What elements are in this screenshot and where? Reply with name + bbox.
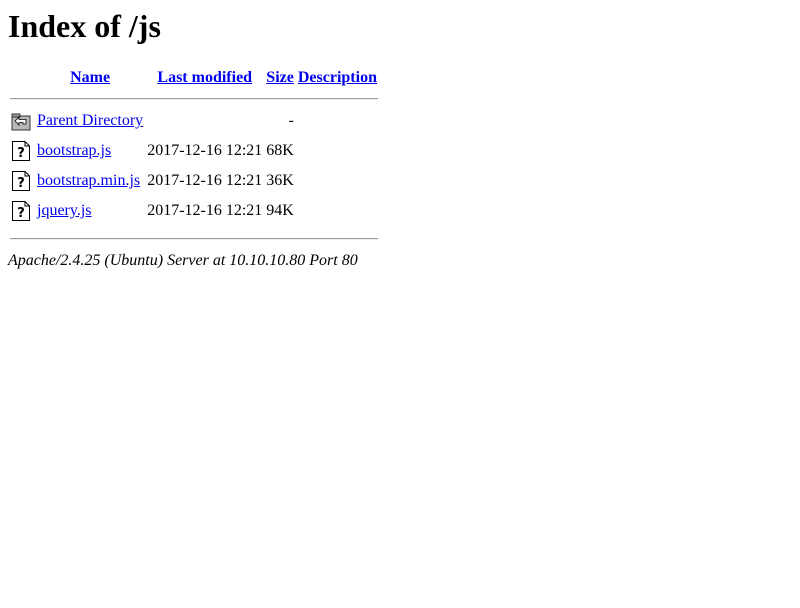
- unknown-file-icon: ?: [11, 170, 31, 192]
- divider: [10, 98, 378, 100]
- file-link[interactable]: jquery.js: [37, 202, 92, 219]
- sort-by-last-modified-link[interactable]: Last modified: [157, 69, 252, 86]
- description-cell: [297, 200, 378, 228]
- last-modified-cell: 2017-12-16 12:21: [147, 172, 263, 189]
- name-cell: Parent Directory: [36, 110, 144, 138]
- sort-by-description-link[interactable]: Description: [298, 69, 377, 86]
- last-modified-cell: [146, 110, 263, 138]
- unknown-file-icon: ?: [11, 200, 31, 222]
- size-cell: 36K: [266, 172, 294, 189]
- server-signature: Apache/2.4.25 (Ubuntu) Server at 10.10.1…: [8, 252, 358, 269]
- icon-header: [10, 68, 34, 88]
- table-row: ? bootstrap.min.js 2017-12-16 12:21 36K: [10, 170, 378, 198]
- size-cell: 68K: [266, 142, 294, 159]
- name-cell: jquery.js: [36, 200, 144, 228]
- icon-cell: ?: [10, 140, 34, 168]
- icon-cell: [10, 110, 34, 138]
- back-folder-icon: [11, 110, 31, 132]
- file-table: Name Last modified Size Description Pare…: [8, 66, 380, 250]
- description-cell: [297, 140, 378, 168]
- icon-cell: ?: [10, 170, 34, 198]
- last-modified-header: Last modified: [146, 68, 263, 88]
- description-cell: [297, 170, 378, 198]
- svg-text:?: ?: [17, 206, 25, 221]
- size-header: Size: [265, 68, 295, 88]
- svg-text:?: ?: [17, 146, 25, 161]
- name-cell: bootstrap.min.js: [36, 170, 144, 198]
- last-modified-cell: 2017-12-16 12:21: [147, 142, 263, 159]
- size-cell: -: [288, 112, 294, 129]
- divider: [10, 238, 378, 240]
- footer-separator-row: [10, 230, 378, 248]
- table-header-row: Name Last modified Size Description: [10, 68, 378, 88]
- header-separator-row: [10, 90, 378, 108]
- unknown-file-icon: ?: [11, 140, 31, 162]
- directory-listing-page: Index of /js Name Last modified Size Des…: [0, 8, 800, 270]
- size-cell: 94K: [266, 202, 294, 219]
- table-row: ? bootstrap.js 2017-12-16 12:21 68K: [10, 140, 378, 168]
- last-modified-cell: 2017-12-16 12:21: [147, 202, 263, 219]
- icon-cell: ?: [10, 200, 34, 228]
- sort-by-name-link[interactable]: Name: [70, 69, 110, 86]
- parent-directory-link[interactable]: Parent Directory: [37, 112, 143, 129]
- sort-by-size-link[interactable]: Size: [266, 69, 294, 86]
- page-title: Index of /js: [8, 8, 161, 44]
- name-cell: bootstrap.js: [36, 140, 144, 168]
- table-row: ? jquery.js 2017-12-16 12:21 94K: [10, 200, 378, 228]
- table-row: Parent Directory -: [10, 110, 378, 138]
- file-link[interactable]: bootstrap.min.js: [37, 172, 140, 189]
- description-cell: [297, 110, 378, 138]
- svg-text:?: ?: [17, 176, 25, 191]
- description-header: Description: [297, 68, 378, 88]
- name-header: Name: [36, 68, 144, 88]
- file-link[interactable]: bootstrap.js: [37, 142, 111, 159]
